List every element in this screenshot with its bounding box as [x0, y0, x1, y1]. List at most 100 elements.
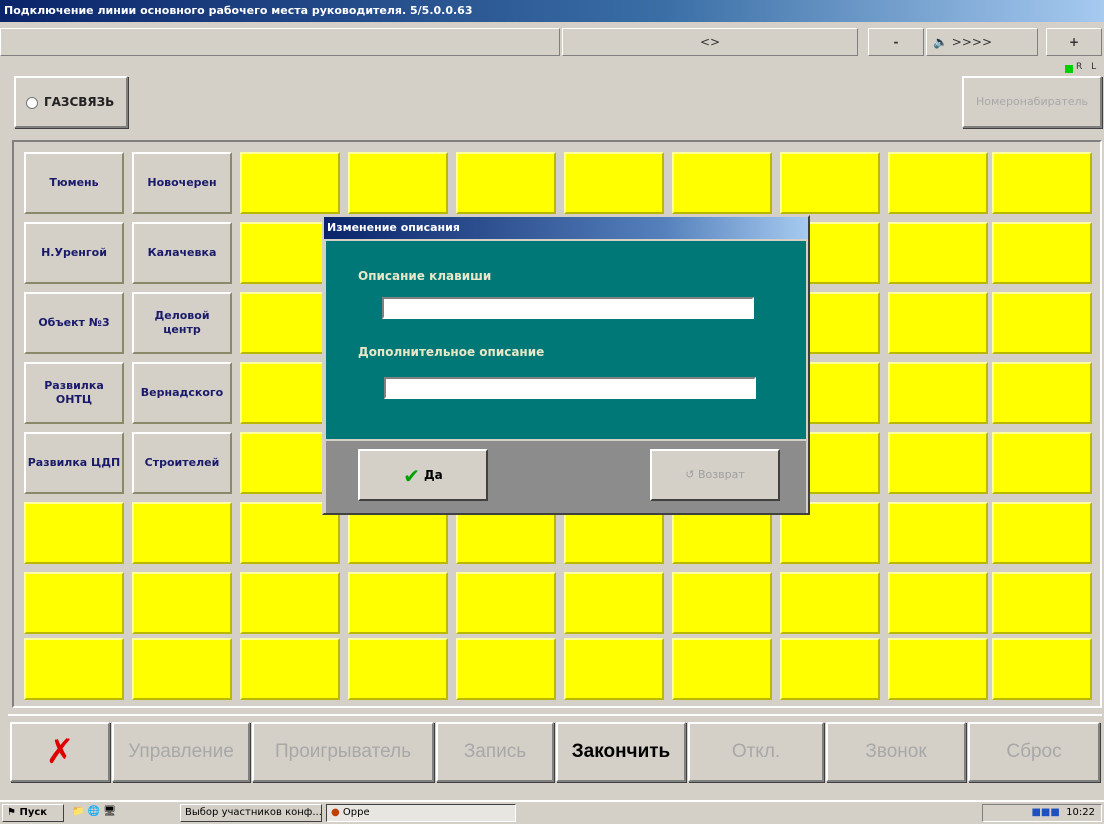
dial-button-empty[interactable] [888, 362, 988, 424]
folder-icon[interactable]: 📁 [72, 806, 84, 817]
control-button[interactable]: Управление [112, 722, 250, 782]
dial-button-empty[interactable] [132, 638, 232, 700]
dial-button-empty[interactable] [564, 638, 664, 700]
dial-button-empty[interactable] [992, 572, 1092, 634]
key-description-input[interactable] [382, 297, 754, 319]
dial-button-empty[interactable] [992, 362, 1092, 424]
back-icon: ↺ [685, 468, 695, 481]
dialog-title: Изменение описания [324, 217, 808, 239]
dial-button-empty[interactable] [992, 502, 1092, 564]
quick-launch: 📁 🌐 🖥 [68, 804, 168, 822]
dial-button-empty[interactable] [24, 502, 124, 564]
key-description-label: Описание клавиши [358, 269, 492, 283]
dial-button-empty[interactable] [888, 152, 988, 214]
dial-button-empty[interactable] [564, 152, 664, 214]
dial-button-empty[interactable] [780, 572, 880, 634]
system-tray: ■■■ 10:22 [982, 804, 1102, 822]
hangup-icon[interactable]: ✗ [10, 722, 110, 782]
volume-level: 🔈 >>>> [926, 28, 1038, 56]
dial-button-empty[interactable] [24, 638, 124, 700]
extra-description-label: Дополнительное описание [358, 345, 545, 359]
dial-button-empty[interactable] [888, 432, 988, 494]
yes-label: Да [423, 468, 443, 482]
status-row: <> - 🔈 >>>> + [0, 28, 1104, 58]
speaker-icon: 🔈 [933, 35, 948, 49]
taskbar-item-oppc-label: Орре [342, 807, 370, 818]
dial-button-razvilka-cdp[interactable]: Развилка ЦДП [24, 432, 124, 494]
dial-button-empty[interactable] [348, 152, 448, 214]
number-dialer-button[interactable]: Номеронабиратель [962, 76, 1102, 128]
dial-button-empty[interactable] [132, 572, 232, 634]
dial-button-empty[interactable] [456, 152, 556, 214]
windows-logo-icon: ⚑ [7, 807, 16, 818]
dial-button-empty[interactable] [456, 638, 556, 700]
window-title: Подключение линии основного рабочего мес… [0, 0, 1104, 22]
edit-description-dialog: Изменение описания Описание клавиши Допо… [322, 215, 810, 515]
back-label: Возврат [697, 468, 745, 481]
dial-button-empty[interactable] [992, 638, 1092, 700]
disconnect-button[interactable]: Откл. [688, 722, 824, 782]
dial-button-tyumen[interactable]: Тюмень [24, 152, 124, 214]
dial-button-empty[interactable] [132, 502, 232, 564]
dial-button-empty[interactable] [888, 292, 988, 354]
dial-button-empty[interactable] [672, 638, 772, 700]
dial-button-stroiteley[interactable]: Строителей [132, 432, 232, 494]
taskbar-item-oppc[interactable]: ● Орре [326, 804, 516, 822]
start-button[interactable]: ⚑ Пуск [2, 804, 64, 822]
dial-button-novocheren[interactable]: Новочерен [132, 152, 232, 214]
gazsvyaz-button[interactable]: ГАЗСВЯЗЬ [14, 76, 128, 128]
dial-button-empty[interactable] [992, 222, 1092, 284]
tray-icons: ■■■ [1031, 807, 1060, 818]
status-led-icon [1065, 65, 1073, 73]
desktop-icon[interactable]: 🖥 [103, 806, 116, 817]
taskbar: ⚑ Пуск 📁 🌐 🖥 Выбор участников конф... ● … [0, 800, 1104, 824]
volume-down-button[interactable]: - [868, 28, 924, 56]
dial-button-empty[interactable] [240, 572, 340, 634]
ie-icon[interactable]: 🌐 [88, 806, 100, 817]
dial-button-empty[interactable] [992, 292, 1092, 354]
channel-indicator: R L [1076, 62, 1100, 72]
checkmark-icon: ✔ [403, 463, 420, 488]
dial-button-empty[interactable] [888, 502, 988, 564]
finish-button[interactable]: Закончить [556, 722, 686, 782]
dial-button-empty[interactable] [672, 152, 772, 214]
back-button[interactable]: ↺ Возврат [650, 449, 780, 501]
bottom-toolbar: ✗ Управление Проигрыватель Запись Законч… [8, 714, 1102, 794]
reset-button[interactable]: Сброс [968, 722, 1100, 782]
dial-button-kalachevka[interactable]: Калачевка [132, 222, 232, 284]
dial-button-empty[interactable] [564, 572, 664, 634]
record-button[interactable]: Запись [436, 722, 554, 782]
dial-button-empty[interactable] [456, 572, 556, 634]
volume-indicator: >>>> [951, 35, 992, 49]
status-field-middle: <> [562, 28, 858, 56]
dial-button-business-center[interactable]: Деловой центр [132, 292, 232, 354]
dial-button-empty[interactable] [240, 638, 340, 700]
taskbar-item-conference[interactable]: Выбор участников конф... [180, 804, 322, 822]
clock: 10:22 [1066, 807, 1095, 818]
dial-button-n-urengoy[interactable]: Н.Уренгой [24, 222, 124, 284]
dial-button-empty[interactable] [24, 572, 124, 634]
dial-button-empty[interactable] [992, 432, 1092, 494]
dial-button-empty[interactable] [780, 152, 880, 214]
start-label: Пуск [19, 807, 48, 818]
yes-button[interactable]: ✔ Да [358, 449, 488, 501]
extra-description-input[interactable] [384, 377, 756, 399]
dial-button-empty[interactable] [780, 638, 880, 700]
dial-button-empty[interactable] [888, 638, 988, 700]
dial-button-razvilka-ontc[interactable]: Развилка ОНТЦ [24, 362, 124, 424]
gazsvyaz-label: ГАЗСВЯЗЬ [44, 95, 115, 109]
dial-button-object3[interactable]: Объект №3 [24, 292, 124, 354]
call-button[interactable]: Звонок [826, 722, 966, 782]
dial-button-empty[interactable] [240, 152, 340, 214]
dial-button-empty[interactable] [888, 222, 988, 284]
status-field-left [0, 28, 560, 56]
player-button[interactable]: Проигрыватель [252, 722, 434, 782]
dial-button-vernadskogo[interactable]: Вернадского [132, 362, 232, 424]
app-icon: ● [331, 807, 340, 818]
volume-up-button[interactable]: + [1046, 28, 1102, 56]
dial-button-empty[interactable] [888, 572, 988, 634]
dial-button-empty[interactable] [348, 638, 448, 700]
dial-button-empty[interactable] [348, 572, 448, 634]
dial-button-empty[interactable] [672, 572, 772, 634]
dial-button-empty[interactable] [992, 152, 1092, 214]
